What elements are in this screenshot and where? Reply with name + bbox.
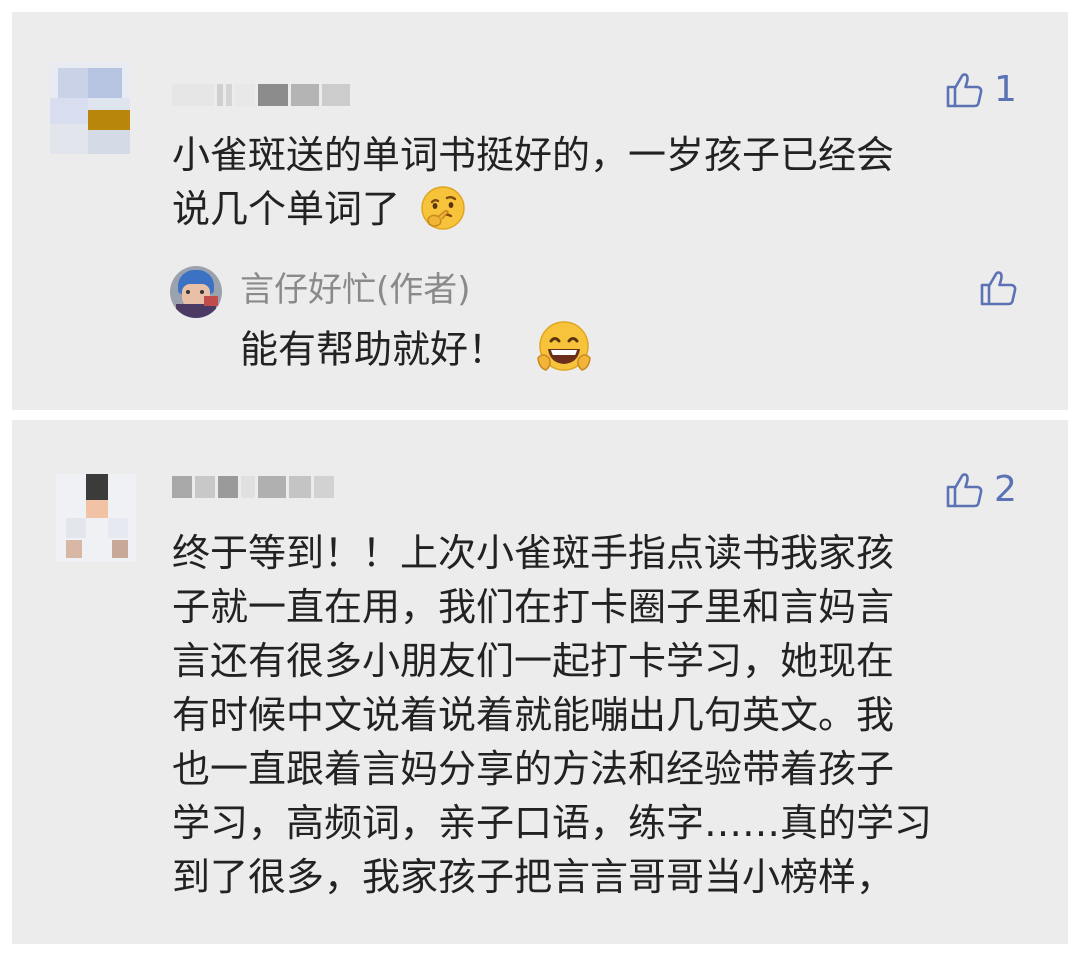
comment-line: 有时候中文说着说着就能嘣出几句英文。我 bbox=[172, 693, 895, 737]
thumbs-up-icon bbox=[946, 473, 983, 508]
author-name[interactable]: 言仔好忙(作者) bbox=[240, 268, 471, 312]
thumbs-up-icon bbox=[980, 271, 1017, 306]
thinking-face-icon bbox=[418, 183, 468, 233]
avatar[interactable] bbox=[56, 474, 136, 562]
author-avatar[interactable] bbox=[170, 266, 222, 318]
reply-text: 能有帮助就好！ bbox=[240, 321, 594, 382]
reply-text-content: 能有帮助就好！ bbox=[240, 327, 507, 372]
like-button[interactable] bbox=[978, 268, 1018, 308]
like-count: 2 bbox=[994, 469, 1017, 510]
comment-card: 1 小雀斑送的单词书挺好的，一岁孩子已经会 说几个单词了 言仔好忙(作者) 能有… bbox=[12, 12, 1068, 410]
comment-line: 到了很多，我家孩子把言言哥哥当小榜样， bbox=[172, 855, 895, 899]
username-redacted bbox=[172, 84, 350, 106]
thumbs-up-icon bbox=[946, 73, 983, 108]
comment-line: 说几个单词了 bbox=[172, 182, 894, 237]
comment-line: 子就一直在用，我们在打卡圈子里和言妈言 bbox=[172, 585, 895, 629]
comment-line: 小雀斑送的单词书挺好的，一岁孩子已经会 bbox=[172, 133, 895, 177]
comment-text: 终于等到！！上次小雀斑手指点读书我家孩 子就一直在用，我们在打卡圈子里和言妈言 … bbox=[172, 526, 932, 904]
grinning-face-icon bbox=[534, 318, 594, 378]
username-redacted bbox=[172, 476, 334, 498]
comment-card: 2 终于等到！！上次小雀斑手指点读书我家孩 子就一直在用，我们在打卡圈子里和言妈… bbox=[12, 420, 1068, 944]
comment-line: 言还有很多小朋友们一起打卡学习，她现在 bbox=[172, 639, 895, 683]
like-button[interactable]: 1 bbox=[944, 70, 1017, 110]
like-count: 1 bbox=[994, 69, 1017, 110]
avatar[interactable] bbox=[50, 62, 130, 154]
comment-line: 终于等到！！上次小雀斑手指点读书我家孩 bbox=[172, 531, 895, 575]
comment-line: 也一直跟着言妈分享的方法和经验带着孩子 bbox=[172, 747, 895, 791]
like-button[interactable]: 2 bbox=[944, 470, 1017, 510]
comment-text: 小雀斑送的单词书挺好的，一岁孩子已经会 说几个单词了 bbox=[172, 128, 894, 237]
comment-line: 学习，高频词，亲子口语，练字……真的学习 bbox=[172, 801, 933, 845]
